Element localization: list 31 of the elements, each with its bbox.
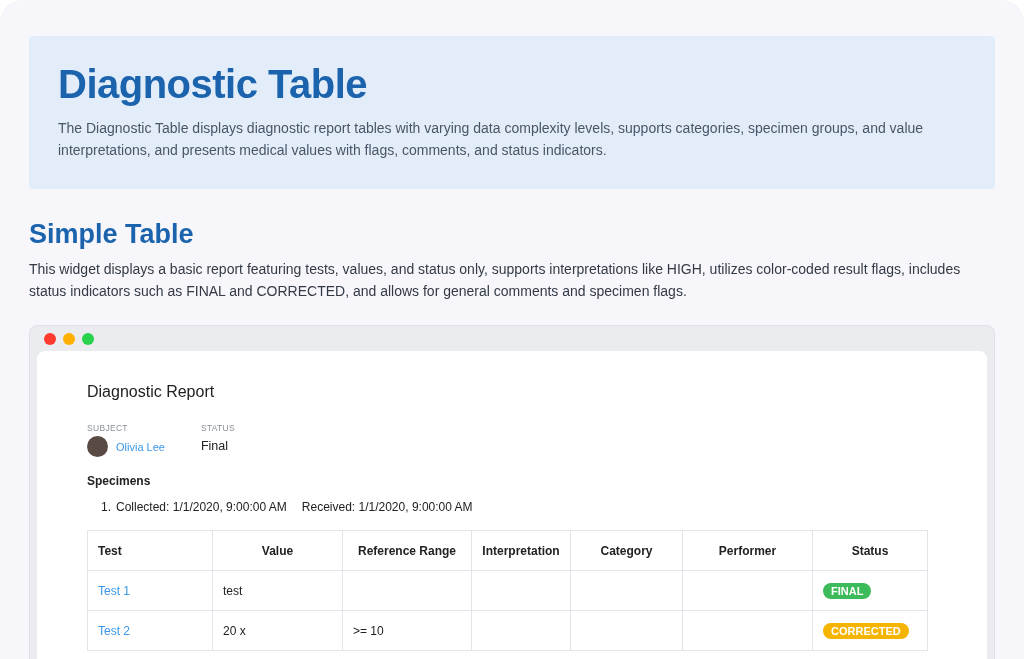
status-label: STATUS bbox=[200, 423, 235, 433]
column-header: Test bbox=[88, 531, 213, 571]
subject-link[interactable]: Olivia Lee bbox=[116, 440, 165, 453]
page-description: The Diagnostic Table displays diagnostic report tables with varying data complexity levels, supports categories, specimen groups, and value interpretations, and presents medical values with flags, comments, and status indicators. bbox=[58, 119, 925, 160]
status-badge: CORRECTED bbox=[823, 622, 909, 639]
close-dot-icon bbox=[44, 332, 56, 345]
table-cell: test bbox=[213, 571, 343, 611]
test-link[interactable]: Test 2 bbox=[98, 623, 130, 638]
collected-text: Collected: 1/1/2020, 9:00:00 AM bbox=[116, 500, 287, 514]
avatar-icon bbox=[87, 436, 108, 457]
received-text: Received: 1/1/2020, 9:00:00 AM bbox=[301, 500, 473, 514]
table-cell: >= 10 bbox=[343, 611, 472, 651]
column-header: Value bbox=[213, 531, 343, 571]
specimens-title: Specimens bbox=[87, 474, 152, 488]
status-value: Final bbox=[200, 438, 229, 455]
column-header: Reference Range bbox=[343, 531, 472, 571]
test-link[interactable]: Test 1 bbox=[98, 583, 130, 598]
table-cell: 20 x bbox=[213, 611, 343, 651]
section-description: This widget displays a basic report featuring tests, values, and status only, supports interpretations like HIGH, utilizes color-coded result flags, includes status indicators such as FINAL and CORRECTED, and allows for general comments and specimen flags. bbox=[29, 260, 962, 301]
column-header: Interpretation bbox=[472, 531, 571, 571]
section-title: Simple Table bbox=[29, 219, 195, 250]
status-badge: FINAL bbox=[823, 582, 872, 599]
column-header: Category bbox=[571, 531, 683, 571]
column-header: Status bbox=[813, 531, 928, 571]
maximize-dot-icon bbox=[82, 332, 94, 345]
report-title: Diagnostic Report bbox=[87, 383, 216, 401]
list-number: 1. bbox=[101, 500, 111, 514]
subject-label: SUBJECT bbox=[87, 423, 129, 433]
column-header: Performer bbox=[683, 531, 813, 571]
page-title: Diagnostic Table bbox=[58, 62, 369, 107]
minimize-dot-icon bbox=[63, 332, 75, 345]
